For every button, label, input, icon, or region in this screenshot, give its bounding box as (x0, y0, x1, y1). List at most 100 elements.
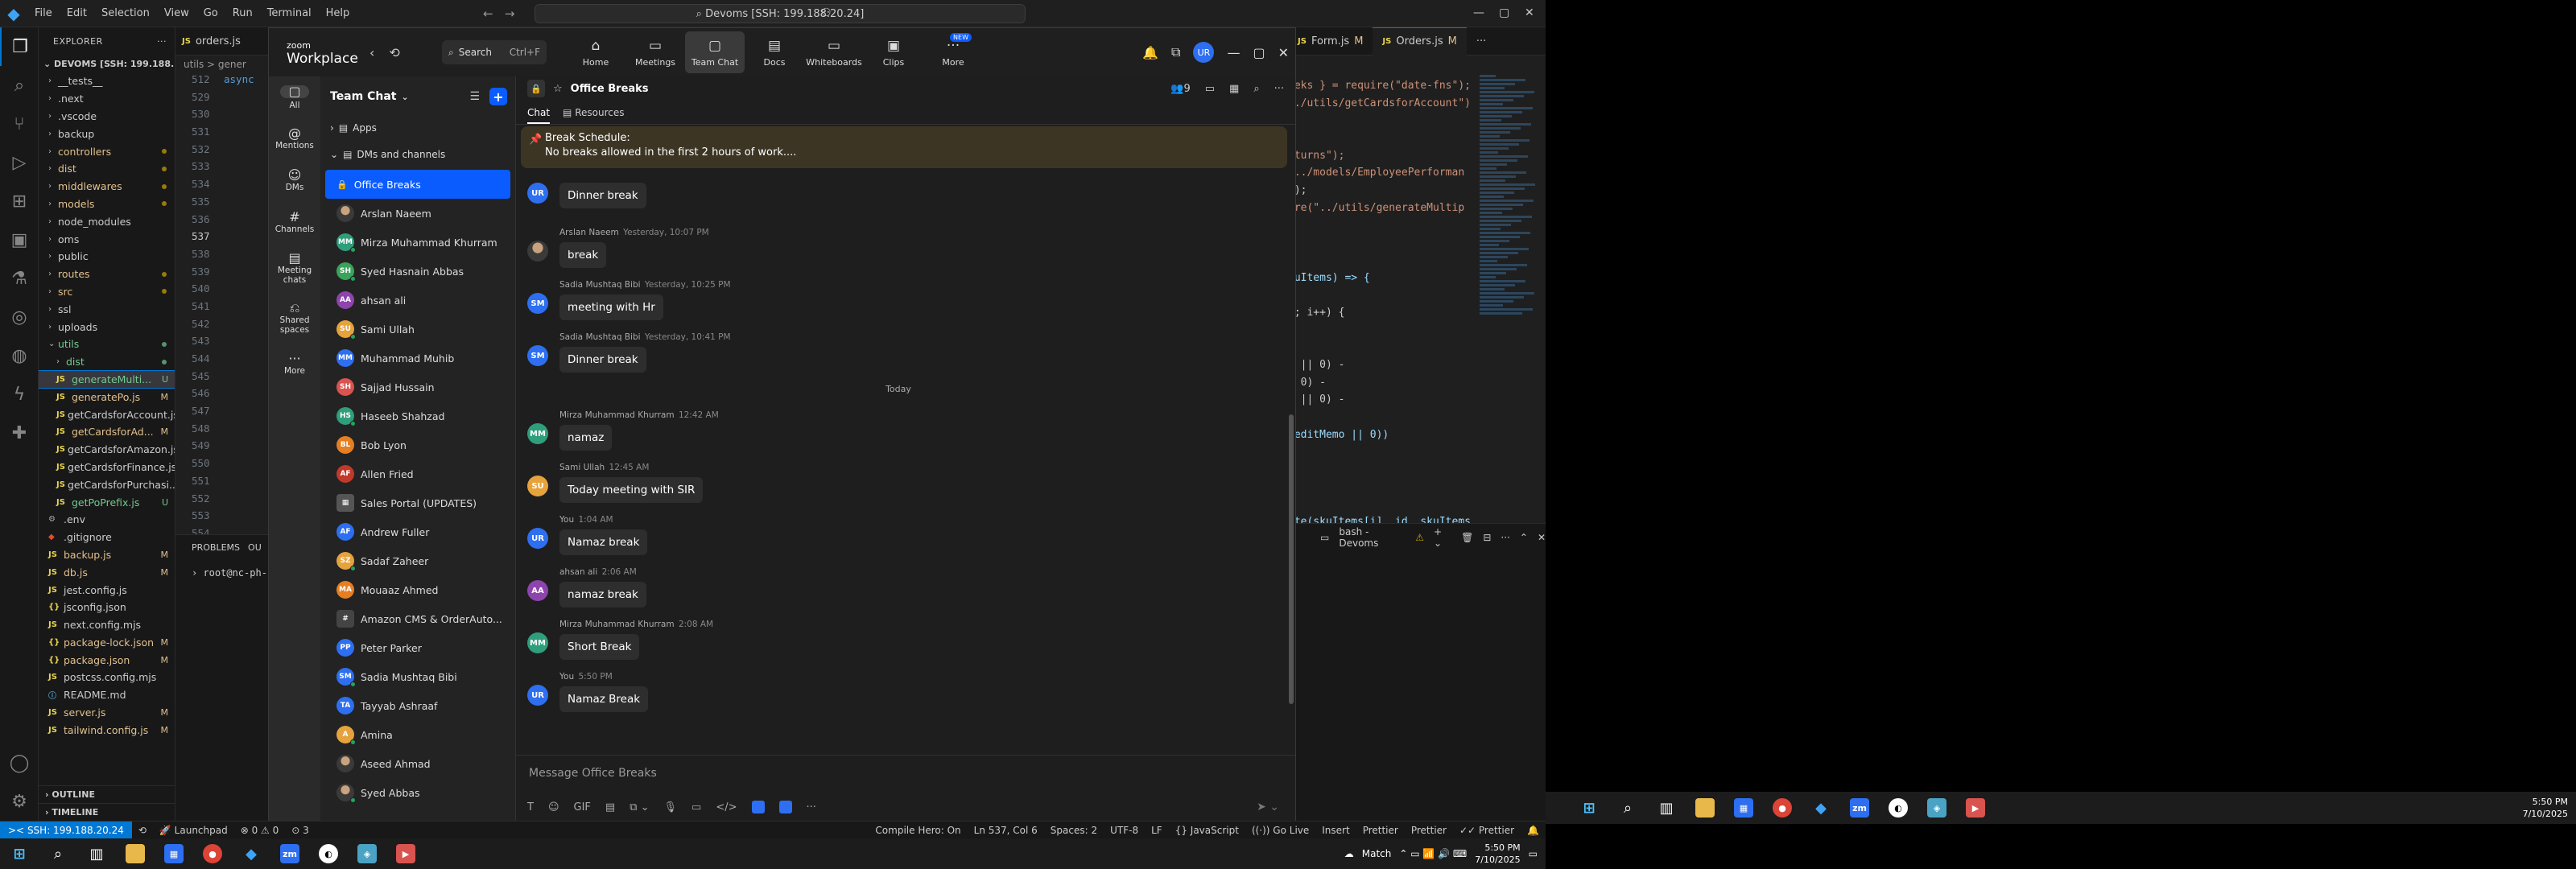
cursor-position[interactable]: Ln 537, Col 6 (968, 825, 1044, 836)
message-text[interactable]: Short Break (559, 634, 640, 660)
compose-input[interactable]: Message Office Breaks (516, 756, 1295, 785)
editor-tab-orders[interactable]: orders.js (191, 35, 241, 47)
panel-maximize-icon[interactable]: ⌃ (1520, 532, 1528, 543)
docker-icon[interactable]: ◍ (0, 336, 39, 375)
channel-item[interactable]: 🔒 Office Breaks (325, 170, 510, 199)
contact-item[interactable]: SH Sajjad Hussain (325, 373, 510, 402)
tree-folder[interactable]: › uploads (39, 318, 175, 336)
rail-channels[interactable]: # Channels (269, 202, 320, 244)
emoji-icon[interactable]: ☺ (548, 801, 559, 813)
maximize-icon[interactable]: ▢ (1253, 45, 1265, 60)
video-icon[interactable]: ▭ (1205, 83, 1215, 95)
contact-item[interactable]: HS Haseeb Shahzad (325, 402, 510, 430)
tab-more-icon[interactable]: ··· (1467, 27, 1496, 56)
app-taskbar-icon[interactable]: ▶ (386, 838, 425, 869)
contact-item[interactable]: AF Andrew Fuller (325, 517, 510, 546)
prettier-item[interactable]: ✓✓ Prettier (1453, 825, 1521, 836)
nav-arrows[interactable]: ← → (483, 6, 514, 21)
contact-item[interactable]: Syed Abbas (325, 778, 510, 807)
video-message-icon[interactable]: ▭ (691, 801, 701, 813)
store-icon[interactable]: ▦ (155, 838, 193, 869)
panel-close-icon[interactable]: ✕ (1538, 532, 1546, 543)
tree-folder[interactable]: › __tests__ (39, 72, 175, 90)
rail-dms[interactable]: ☺ DMs (269, 160, 320, 202)
star-icon[interactable]: ☆ (553, 83, 563, 95)
compose-more-icon[interactable]: ··· (807, 801, 816, 813)
minimap[interactable] (1480, 73, 1536, 534)
vscode-taskbar-icon[interactable]: ◆ (232, 838, 270, 869)
app-taskbar-icon[interactable]: ◐ (1879, 793, 1918, 823)
members-button[interactable]: 👥9 (1170, 83, 1190, 95)
zoom-taskbar-icon[interactable]: zm (270, 838, 309, 869)
contact-item[interactable]: PP Peter Parker (325, 633, 510, 662)
contact-item[interactable]: Aseed Ahmad (325, 749, 510, 778)
message[interactable]: SM Sadia Mushtaq Bibi Yesterday, 10:25 PM… (527, 280, 731, 320)
minimize-icon[interactable]: — (1227, 45, 1240, 60)
file-explorer-icon[interactable] (1686, 793, 1724, 823)
app-taskbar-icon[interactable]: ▶ (1956, 793, 1995, 823)
tab-resources[interactable]: ▤ Resources (563, 107, 624, 118)
tree-file[interactable]: JS getPoPrefix.js U (39, 493, 175, 511)
notifications-icon[interactable]: 🔔 (1521, 825, 1546, 836)
app-icon[interactable] (751, 801, 765, 813)
task-view-icon[interactable]: ▥ (1647, 793, 1686, 823)
task-view-icon[interactable]: ▥ (77, 838, 116, 869)
split-icon[interactable]: ⊟ (1483, 532, 1491, 543)
contact-item[interactable]: MM Muhammad Muhib (325, 344, 510, 373)
prettier-item[interactable]: Prettier (1405, 825, 1453, 836)
message[interactable]: SM Sadia Mushtaq Bibi Yesterday, 10:41 PM… (527, 332, 731, 373)
new-terminal-icon[interactable]: + ⌄ (1434, 526, 1451, 549)
message[interactable]: UR You 5:50 PM Namaz Break (527, 672, 649, 712)
tree-file[interactable]: JS generateMulti... U (39, 369, 175, 389)
channel-item[interactable]: ▦ Sales Portal (UPDATES) (325, 488, 510, 517)
tree-file[interactable]: ◆ .gitignore (39, 529, 175, 546)
message[interactable]: UR You 1:04 AM Namaz break (527, 515, 648, 555)
history-icon[interactable]: ⟲ (389, 45, 399, 60)
message-text[interactable]: Namaz Break (559, 686, 649, 712)
terminal-prompt[interactable]: › root@nc-ph-15 (175, 567, 279, 579)
chat-more-icon[interactable]: ··· (1274, 83, 1284, 95)
rail-meeting-chats[interactable]: ▤ Meeting chats (269, 244, 320, 294)
message-text[interactable]: Today meeting with SIR (559, 477, 704, 503)
mic-icon[interactable]: 🎙 (664, 801, 678, 813)
weather-icon[interactable]: ☁ (1344, 848, 1354, 859)
close-icon[interactable]: ✕ (1525, 6, 1534, 19)
message[interactable]: MM Mirza Muhammad Khurram 12:42 AM namaz (527, 410, 719, 451)
zoom-taskbar-icon[interactable]: zm (1840, 793, 1879, 823)
nav-more[interactable]: ··· More NEW (923, 31, 983, 73)
menu-terminal[interactable]: Terminal (260, 7, 319, 19)
tree-folder[interactable]: › public (39, 248, 175, 266)
start-icon[interactable]: ⊞ (0, 838, 39, 869)
nav-whiteboards[interactable]: ▭ Whiteboards (804, 31, 864, 73)
eol[interactable]: LF (1145, 825, 1169, 836)
nav-team-chat[interactable]: ▢ Team Chat (685, 31, 745, 73)
compile-hero[interactable]: Compile Hero: On (869, 825, 967, 836)
tree-folder[interactable]: › .next (39, 90, 175, 108)
close-icon[interactable]: ✕ (1278, 45, 1289, 60)
nav-docs[interactable]: ▤ Docs (745, 31, 804, 73)
app-taskbar-icon[interactable]: ◈ (1918, 793, 1956, 823)
contact-item[interactable]: SM Sadia Mushtaq Bibi (325, 662, 510, 691)
run-debug-icon[interactable]: ▷ (0, 143, 39, 182)
copilot-icon[interactable]: ⚇ (821, 6, 832, 19)
message[interactable]: SU Sami Ullah 12:45 AM Today meeting with … (527, 463, 704, 503)
tree-folder[interactable]: › routes (39, 266, 175, 283)
app-icon[interactable] (778, 801, 792, 813)
testing-icon[interactable]: ⚗ (0, 259, 39, 298)
nav-home[interactable]: ⌂ Home (566, 31, 625, 73)
match-label[interactable]: Match (1362, 848, 1392, 859)
trash-icon[interactable]: 🗑 (1461, 532, 1473, 543)
message-text[interactable]: Dinner break (559, 183, 646, 208)
menu-file[interactable]: File (27, 7, 60, 19)
chrome-icon[interactable]: ● (1763, 793, 1802, 823)
encoding[interactable]: UTF-8 (1104, 825, 1145, 836)
chat-scrollbar[interactable] (1289, 414, 1294, 704)
gif-button[interactable]: GIF (574, 801, 591, 813)
tree-file[interactable]: JS postcss.config.mjs (39, 669, 175, 686)
contact-item[interactable]: BL Bob Lyon (325, 430, 510, 459)
vscode-taskbar-icon[interactable]: ◆ (1802, 793, 1840, 823)
message-text[interactable]: break (559, 242, 607, 268)
message-text[interactable]: meeting with Hr (559, 294, 663, 320)
menu-help[interactable]: Help (319, 7, 357, 19)
rail-all[interactable]: ▢ All (269, 76, 320, 118)
